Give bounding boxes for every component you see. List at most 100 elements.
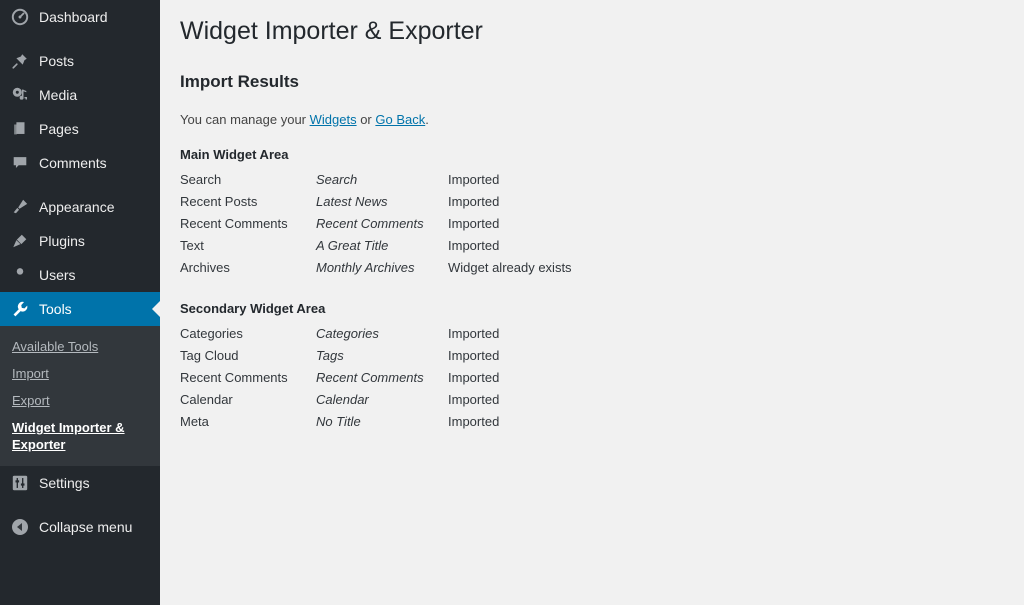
sidebar-item-dashboard[interactable]: Dashboard: [0, 0, 160, 34]
intro-prefix: You can manage your: [180, 112, 310, 127]
submenu-item-widget-importer-exporter[interactable]: Widget Importer & Exporter: [0, 414, 160, 458]
sidebar-item-pages-label: Pages: [39, 121, 79, 137]
admin-screen: Dashboard Posts Media Pages Comments Appearan…: [0, 0, 1024, 605]
widget-type-cell: Calendar: [180, 389, 316, 411]
sidebar-item-media[interactable]: Media: [0, 78, 160, 112]
sidebar-item-tools[interactable]: Tools: [0, 292, 160, 326]
table-row: Tag CloudTagsImported: [180, 345, 648, 367]
widget-type-cell: Recent Comments: [180, 367, 316, 389]
widget-title-cell: Search: [316, 169, 448, 191]
wrench-icon: [10, 299, 30, 319]
collapse-menu-label: Collapse menu: [39, 519, 132, 535]
menu-separator: [0, 180, 160, 190]
widget-title-cell: Latest News: [316, 191, 448, 213]
widget-title-cell: Calendar: [316, 389, 448, 411]
widget-area-block: Secondary Widget Area CategoriesCategorie…: [180, 301, 1024, 433]
submenu-item-export[interactable]: Export: [0, 387, 160, 414]
sidebar-item-settings-label: Settings: [39, 475, 90, 491]
main-content: Widget Importer & Exporter Import Result…: [160, 0, 1024, 605]
widget-status-cell: Imported: [448, 191, 648, 213]
widget-status-cell: Imported: [448, 213, 648, 235]
widget-type-cell: Tag Cloud: [180, 345, 316, 367]
dashboard-icon: [10, 7, 30, 27]
sidebar-item-comments[interactable]: Comments: [0, 146, 160, 180]
widget-status-cell: Imported: [448, 169, 648, 191]
widget-type-cell: Meta: [180, 411, 316, 433]
pin-icon: [10, 51, 30, 71]
plug-icon: [10, 231, 30, 251]
sidebar-item-pages[interactable]: Pages: [0, 112, 160, 146]
sidebar-item-dashboard-label: Dashboard: [39, 9, 108, 25]
widget-type-cell: Text: [180, 235, 316, 257]
widget-type-cell: Categories: [180, 323, 316, 345]
widget-status-cell: Imported: [448, 323, 648, 345]
widget-status-cell: Imported: [448, 411, 648, 433]
sidebar-item-users-label: Users: [39, 267, 76, 283]
sidebar-item-comments-label: Comments: [39, 155, 107, 171]
import-results: Main Widget AreaSearchSearchImportedRece…: [180, 147, 1024, 433]
sidebar-menu-bottom: Settings: [0, 466, 160, 510]
table-row: MetaNo TitleImported: [180, 411, 648, 433]
table-row: SearchSearchImported: [180, 169, 648, 191]
user-icon: [10, 265, 30, 285]
section-title: Import Results: [180, 72, 1024, 92]
sidebar-item-posts[interactable]: Posts: [0, 44, 160, 78]
widget-results-table: SearchSearchImportedRecent PostsLatest N…: [180, 169, 648, 279]
widget-status-cell: Imported: [448, 345, 648, 367]
widget-title-cell: Tags: [316, 345, 448, 367]
submenu-item-import[interactable]: Import: [0, 360, 160, 387]
go-back-link[interactable]: Go Back: [375, 112, 425, 127]
table-row: Recent CommentsRecent CommentsImported: [180, 367, 648, 389]
intro-suffix: .: [425, 112, 429, 127]
widget-type-cell: Recent Posts: [180, 191, 316, 213]
tools-submenu: Available ToolsImportExportWidget Import…: [0, 326, 160, 466]
widget-title-cell: Recent Comments: [316, 213, 448, 235]
admin-sidebar: Dashboard Posts Media Pages Comments Appearan…: [0, 0, 160, 605]
sliders-icon: [10, 473, 30, 493]
table-row: Recent PostsLatest NewsImported: [180, 191, 648, 213]
paintbrush-icon: [10, 197, 30, 217]
widget-type-cell: Recent Comments: [180, 213, 316, 235]
widget-status-cell: Imported: [448, 235, 648, 257]
intro-paragraph: You can manage your Widgets or Go Back.: [180, 112, 1024, 127]
menu-separator: [0, 34, 160, 44]
widget-title-cell: A Great Title: [316, 235, 448, 257]
sidebar-item-appearance-label: Appearance: [39, 199, 115, 215]
sidebar-item-plugins[interactable]: Plugins: [0, 224, 160, 258]
current-menu-arrow-icon: [152, 301, 160, 317]
table-row: Recent CommentsRecent CommentsImported: [180, 213, 648, 235]
sidebar-item-media-label: Media: [39, 87, 77, 103]
intro-middle: or: [357, 112, 376, 127]
sidebar-item-settings[interactable]: Settings: [0, 466, 160, 500]
table-row: ArchivesMonthly ArchivesWidget already e…: [180, 257, 648, 279]
sidebar-item-posts-label: Posts: [39, 53, 74, 69]
widget-status-cell: Imported: [448, 367, 648, 389]
media-icon: [10, 85, 30, 105]
pages-icon: [10, 119, 30, 139]
widget-title-cell: Monthly Archives: [316, 257, 448, 279]
menu-separator: [0, 500, 160, 510]
widget-area-title: Main Widget Area: [180, 147, 1024, 162]
widget-title-cell: Recent Comments: [316, 367, 448, 389]
widget-status-cell: Widget already exists: [448, 257, 648, 279]
sidebar-item-users[interactable]: Users: [0, 258, 160, 292]
sidebar-item-appearance[interactable]: Appearance: [0, 190, 160, 224]
widgets-link[interactable]: Widgets: [310, 112, 357, 127]
widget-type-cell: Archives: [180, 257, 316, 279]
submenu-item-available-tools[interactable]: Available Tools: [0, 333, 160, 360]
widget-type-cell: Search: [180, 169, 316, 191]
widget-title-cell: Categories: [316, 323, 448, 345]
table-row: CalendarCalendarImported: [180, 389, 648, 411]
widget-results-table: CategoriesCategoriesImportedTag CloudTag…: [180, 323, 648, 433]
collapse-menu-button[interactable]: Collapse menu: [0, 510, 160, 544]
comment-icon: [10, 153, 30, 173]
sidebar-item-plugins-label: Plugins: [39, 233, 85, 249]
table-row: TextA Great TitleImported: [180, 235, 648, 257]
widget-title-cell: No Title: [316, 411, 448, 433]
sidebar-menu-top: Dashboard Posts Media Pages Comments Appearan…: [0, 0, 160, 326]
widget-area-title: Secondary Widget Area: [180, 301, 1024, 316]
page-title: Widget Importer & Exporter: [180, 14, 1024, 54]
sidebar-item-tools-label: Tools: [39, 301, 72, 317]
table-row: CategoriesCategoriesImported: [180, 323, 648, 345]
widget-status-cell: Imported: [448, 389, 648, 411]
